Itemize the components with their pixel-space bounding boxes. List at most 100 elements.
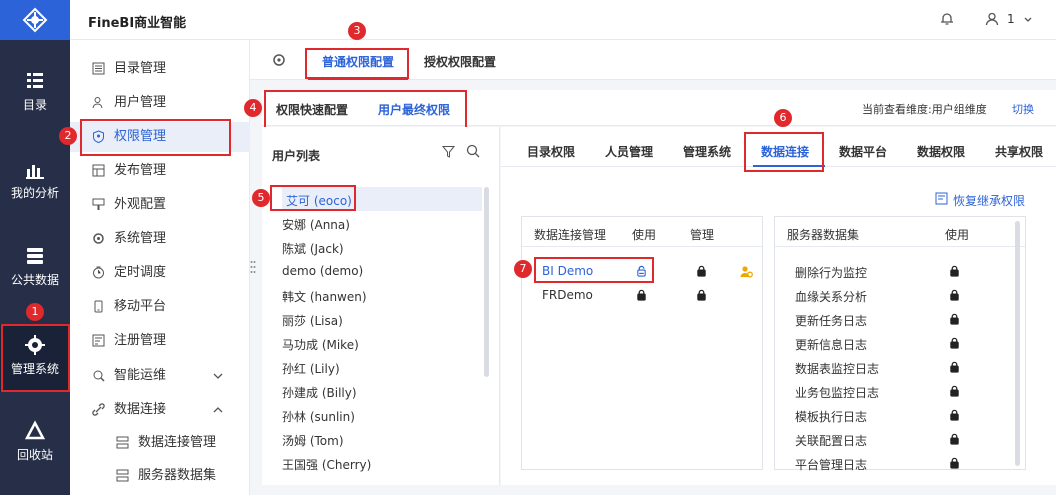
permission-icon [93, 130, 104, 143]
dataset-row[interactable]: 更新任务日志 [775, 312, 1010, 332]
user-list-item[interactable]: 艾可 (eoco) [286, 192, 352, 209]
chevron-down-icon[interactable] [1023, 15, 1033, 25]
chevron-down-icon [213, 373, 223, 379]
dataset-row[interactable]: 模板执行日志 [775, 408, 1010, 428]
lock-icon[interactable] [696, 289, 707, 304]
lock-icon[interactable] [949, 385, 960, 400]
user-setting-icon[interactable] [740, 265, 753, 281]
sidebar-item-server-dataset[interactable]: 服务器数据集 [70, 461, 250, 491]
user-list-item[interactable]: 汤姆 (Tom) [282, 432, 344, 449]
dataset-row[interactable]: 删除行为监控 [775, 264, 1010, 284]
col-header-use: 使用 [632, 228, 657, 242]
user-name[interactable]: 1 [1007, 12, 1015, 26]
sidebar-item-label: 智能运维 [114, 368, 167, 383]
dataset-row[interactable]: 平台管理日志 [775, 456, 1010, 476]
switch-link[interactable]: 切换 [1012, 101, 1034, 117]
user-list-item[interactable]: 安娜 (Anna) [282, 216, 350, 233]
lock-icon[interactable] [949, 313, 960, 328]
dataset-row[interactable]: 业务包监控日志 [775, 384, 1010, 404]
unlock-icon[interactable] [636, 265, 647, 280]
leftbar-admin[interactable]: 管理系统 [0, 324, 70, 392]
dataset-row[interactable]: 关联配置日志 [775, 432, 1010, 452]
user-list-item[interactable]: 丽莎 (Lisa) [282, 312, 343, 329]
dataset-name: 血缘关系分析 [795, 290, 868, 304]
scrollbar[interactable] [484, 187, 489, 377]
user-list-item[interactable]: 孙红 (Lily) [282, 360, 340, 377]
user-list-item[interactable]: 孙林 (sunlin) [282, 408, 355, 425]
sidebar-item-label: 权限管理 [114, 129, 167, 144]
user-list-item[interactable]: demo (demo) [282, 264, 363, 278]
col-header-manage: 管理 [690, 228, 715, 242]
tab-quick-config[interactable]: 权限快速配置 [276, 101, 348, 118]
lock-icon[interactable] [949, 289, 960, 304]
lock-icon[interactable] [696, 265, 707, 280]
dataset-row[interactable]: 血缘关系分析 [775, 288, 1010, 308]
leftbar-public-data[interactable]: 公共数据 [0, 245, 70, 288]
user-list-item[interactable]: 马功成 (Mike) [282, 336, 359, 353]
tab-normal-permission[interactable]: 普通权限配置 [322, 53, 394, 70]
lock-icon[interactable] [949, 337, 960, 352]
admin-sidebar: 目录管理 用户管理 权限管理 发布管理 外观配置 系统管理 定时调度 移动平台 … [70, 40, 250, 495]
user-list-item[interactable]: 孙建成 (Billy) [282, 384, 357, 401]
leftbar-catalog[interactable]: 目录 [0, 70, 70, 113]
sidebar-item-permission[interactable]: 权限管理 [70, 122, 250, 152]
leftbar-admin-label: 管理系统 [10, 362, 59, 376]
user-icon[interactable] [985, 12, 999, 26]
dataset-row[interactable]: 数据表监控日志 [775, 360, 1010, 380]
restore-inherit-button[interactable]: 恢复继承权限 [953, 192, 1025, 209]
scrollbar[interactable] [1015, 221, 1020, 466]
permission-panel: 目录权限 人员管理 管理系统 数据连接 数据平台 数据权限 共享权限 恢复继承权… [501, 127, 1056, 485]
user-list-item[interactable]: 王国强 (Cherry) [282, 456, 371, 473]
connection-name[interactable]: FRDemo [542, 288, 593, 302]
catalog-manage-icon [92, 62, 105, 75]
chart-icon [26, 165, 44, 179]
user-list-item[interactable]: 韩文 (hanwen) [282, 288, 367, 305]
sidebar-item-db-conn-manage[interactable]: 数据连接管理 [70, 428, 250, 458]
tab-grant-permission[interactable]: 授权权限配置 [424, 53, 496, 70]
sidebar-item-register[interactable]: 注册管理 [70, 326, 250, 356]
sidebar-item-data-connection[interactable]: 数据连接 [70, 395, 250, 425]
sidebar-item-label: 发布管理 [114, 163, 167, 178]
connection-name[interactable]: BI Demo [542, 264, 593, 278]
lock-icon[interactable] [949, 433, 960, 448]
dataset-row[interactable]: 更新信息日志 [775, 336, 1010, 356]
sidebar-item-ops[interactable]: 智能运维 [70, 361, 250, 391]
connection-row[interactable]: FRDemo [522, 288, 762, 308]
bell-icon[interactable] [940, 12, 954, 26]
search-icon[interactable] [466, 144, 480, 158]
lock-icon[interactable] [949, 265, 960, 280]
lock-icon[interactable] [949, 409, 960, 424]
sidebar-item-schedule[interactable]: 定时调度 [70, 258, 250, 288]
database-icon [27, 248, 43, 264]
step-badge-3: 3 [348, 22, 366, 40]
sidebar-item-system[interactable]: 系统管理 [70, 224, 250, 254]
tab-people-manage[interactable]: 人员管理 [605, 143, 653, 160]
sidebar-item-catalog-manage[interactable]: 目录管理 [70, 54, 250, 84]
leftbar-analysis[interactable]: 我的分析 [0, 158, 70, 201]
tab-final-permission[interactable]: 用户最终权限 [378, 101, 450, 118]
tab-catalog-perm[interactable]: 目录权限 [527, 143, 575, 160]
sidebar-item-mobile[interactable]: 移动平台 [70, 292, 250, 322]
lock-icon[interactable] [636, 289, 647, 304]
tab-data-connection[interactable]: 数据连接 [761, 143, 809, 160]
tab-data-permission[interactable]: 数据权限 [917, 143, 965, 160]
sidebar-item-user-manage[interactable]: 用户管理 [70, 88, 250, 118]
chevron-up-icon [213, 407, 223, 413]
connection-row[interactable]: BI Demo [522, 264, 762, 284]
dataset-name: 数据表监控日志 [795, 362, 880, 376]
lock-icon[interactable] [949, 361, 960, 376]
server-dataset-panel: 服务器数据集 使用 删除行为监控 血缘关系分析 更新任务日志 更新信息日志 数据表监控日… [774, 216, 1026, 472]
sidebar-item-appearance[interactable]: 外观配置 [70, 190, 250, 220]
left-navbar: 目录 我的分析 公共数据 管理系统 回收站 [0, 0, 70, 495]
user-list-item[interactable]: 陈斌 (Jack) [282, 240, 344, 257]
publish-icon [92, 164, 105, 177]
leftbar-recycle[interactable]: 回收站 [0, 420, 70, 463]
filter-icon[interactable] [442, 145, 455, 158]
tab-data-platform[interactable]: 数据平台 [839, 143, 887, 160]
tab-share-permission[interactable]: 共享权限 [995, 143, 1047, 160]
gear-icon[interactable] [272, 53, 286, 67]
sidebar-item-publish[interactable]: 发布管理 [70, 156, 250, 186]
tab-admin-system[interactable]: 管理系统 [683, 143, 731, 160]
lock-icon[interactable] [949, 457, 960, 472]
drag-handle-icon[interactable] [250, 260, 256, 274]
